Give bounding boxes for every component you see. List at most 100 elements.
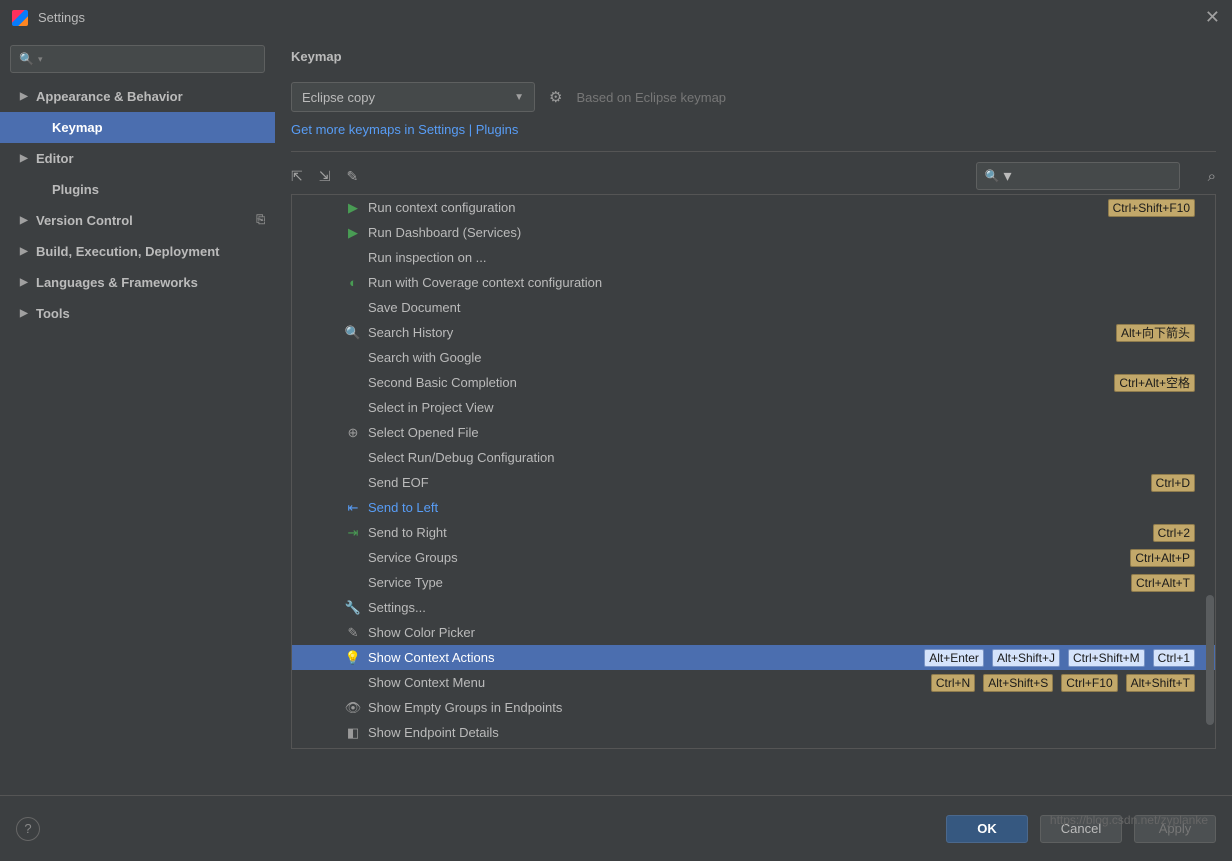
ok-button[interactable]: OK: [946, 815, 1028, 843]
close-icon[interactable]: ✕: [1205, 7, 1220, 28]
action-icon: 🔧: [344, 600, 362, 616]
dialog-footer: ? OK Cancel Apply: [0, 795, 1232, 861]
action-icon: 🔍: [344, 325, 362, 341]
gear-icon[interactable]: ⚙: [549, 88, 562, 106]
expand-all-icon[interactable]: ⇱: [291, 168, 303, 185]
action-icon: ⊕: [344, 425, 362, 441]
get-more-keymaps-link[interactable]: Get more keymaps in Settings | Plugins: [291, 122, 1216, 137]
action-icon: ⇥: [344, 525, 362, 541]
cancel-button[interactable]: Cancel: [1040, 815, 1122, 843]
action-label: Service Groups: [368, 550, 458, 565]
shortcut-badge: Ctrl+Alt+T: [1131, 574, 1195, 592]
sidebar-item-label: Tools: [36, 306, 70, 321]
action-row[interactable]: ⇤Send to Left: [292, 495, 1215, 520]
sidebar-item-label: Version Control: [36, 213, 133, 228]
scrollbar-thumb[interactable]: [1206, 595, 1214, 725]
sidebar-item-build-execution-deployment[interactable]: ▶Build, Execution, Deployment: [0, 236, 275, 267]
shortcut-badge: Ctrl+D: [1151, 474, 1195, 492]
sidebar-item-plugins[interactable]: Plugins: [0, 174, 275, 205]
action-tree[interactable]: ▶ Run context configuration Ctrl+Shift+F10…: [291, 194, 1216, 749]
action-row[interactable]: 🔍 Search History Alt+向下箭头: [292, 320, 1215, 345]
action-row[interactable]: Select in Project View: [292, 395, 1215, 420]
sidebar-item-label: Appearance & Behavior: [36, 89, 183, 104]
action-row[interactable]: ◐Run with Coverage context configuration: [292, 270, 1215, 295]
action-row[interactable]: Select Run/Debug Configuration: [292, 445, 1215, 470]
action-row[interactable]: ⊕ Select Opened File: [292, 420, 1215, 445]
search-icon: 🔍: [985, 169, 1000, 183]
page-title: Keymap: [291, 49, 1216, 64]
action-row[interactable]: ▶ Run context configuration Ctrl+Shift+F10: [292, 195, 1215, 220]
keymap-select[interactable]: Eclipse copy ▼: [291, 82, 535, 112]
expand-icon: ▶: [20, 91, 34, 102]
shortcut-group: Ctrl+2: [1153, 524, 1203, 542]
action-row[interactable]: ⇥Send to RightCtrl+2: [292, 520, 1215, 545]
action-label: Show Context Menu: [368, 675, 485, 690]
shortcut-group: Alt+向下箭头: [1116, 324, 1203, 342]
shortcut-group: Ctrl+Shift+F10: [1108, 199, 1203, 217]
action-row[interactable]: Service Type Ctrl+Alt+T: [292, 570, 1215, 595]
expand-icon: ▶: [20, 215, 34, 226]
based-on-label: Based on Eclipse keymap: [576, 90, 726, 105]
sidebar-item-version-control[interactable]: ▶Version Control ⎘: [0, 205, 275, 236]
action-row[interactable]: 👁Show Empty Groups in Endpoints: [292, 695, 1215, 720]
shortcut-group: Ctrl+Alt+空格: [1114, 374, 1203, 392]
action-row[interactable]: Search with Google: [292, 345, 1215, 370]
chevron-down-icon: ▼: [514, 92, 524, 103]
action-row[interactable]: Run inspection on ...: [292, 245, 1215, 270]
shortcut-badge: Alt+Shift+J: [992, 649, 1060, 667]
content-panel: Keymap Eclipse copy ▼ ⚙ Based on Eclipse…: [275, 35, 1232, 795]
action-icon: ◧: [344, 725, 362, 741]
chevron-down-icon: ▾: [38, 54, 43, 65]
sidebar-search-input[interactable]: 🔍 ▾: [10, 45, 265, 73]
action-row[interactable]: ✎Show Color Picker: [292, 620, 1215, 645]
sidebar-item-label: Keymap: [52, 120, 103, 135]
collapse-all-icon[interactable]: ⇲: [319, 168, 331, 185]
shortcut-group: Ctrl+D: [1151, 474, 1203, 492]
window-title: Settings: [38, 10, 85, 25]
action-label: Show Context Actions: [368, 650, 494, 665]
shortcut-badge: Ctrl+Shift+F10: [1108, 199, 1195, 217]
action-label: Run inspection on ...: [368, 250, 487, 265]
action-label: Search History: [368, 325, 453, 340]
shortcut-group: Ctrl+Alt+P: [1130, 549, 1203, 567]
settings-sidebar: 🔍 ▾ ▶Appearance & BehaviorKeymap▶EditorP…: [0, 35, 275, 795]
sidebar-item-appearance-behavior[interactable]: ▶Appearance & Behavior: [0, 81, 275, 112]
action-row[interactable]: ▶Run Dashboard (Services): [292, 220, 1215, 245]
action-label: Send EOF: [368, 475, 429, 490]
action-label: Run context configuration: [368, 200, 515, 215]
action-row[interactable]: Second Basic CompletionCtrl+Alt+空格: [292, 370, 1215, 395]
action-label: Settings...: [368, 600, 426, 615]
sidebar-item-keymap[interactable]: Keymap: [0, 112, 275, 143]
action-row[interactable]: ◧Show Endpoint Details: [292, 720, 1215, 745]
action-label: Select Opened File: [368, 425, 479, 440]
sidebar-item-label: Plugins: [52, 182, 99, 197]
action-icon: ◐: [344, 275, 362, 290]
find-by-shortcut-icon[interactable]: ⌕: [1208, 168, 1216, 185]
action-icon: ▶: [344, 200, 362, 216]
shortcut-badge: Ctrl+Shift+M: [1068, 649, 1145, 667]
copy-icon: ⎘: [256, 214, 265, 227]
shortcut-badge: Ctrl+2: [1153, 524, 1195, 542]
action-row[interactable]: 💡Show Context ActionsAlt+EnterAlt+Shift+…: [292, 645, 1215, 670]
edit-icon[interactable]: ✎: [346, 168, 358, 185]
expand-icon: ▶: [20, 308, 34, 319]
apply-button[interactable]: Apply: [1134, 815, 1216, 843]
action-label: Service Type: [368, 575, 443, 590]
action-row[interactable]: Service Groups Ctrl+Alt+P: [292, 545, 1215, 570]
action-row[interactable]: Show Context MenuCtrl+NAlt+Shift+SCtrl+F…: [292, 670, 1215, 695]
action-row[interactable]: Save Document: [292, 295, 1215, 320]
sidebar-item-editor[interactable]: ▶Editor: [0, 143, 275, 174]
sidebar-item-tools[interactable]: ▶Tools: [0, 298, 275, 329]
action-label: Show Empty Groups in Endpoints: [368, 700, 562, 715]
action-row[interactable]: 🔧 Settings...: [292, 595, 1215, 620]
sidebar-item-languages-frameworks[interactable]: ▶Languages & Frameworks: [0, 267, 275, 298]
shortcut-group: Alt+EnterAlt+Shift+JCtrl+Shift+MCtrl+1: [924, 649, 1203, 667]
action-icon: ⇤: [344, 500, 362, 516]
sidebar-item-label: Editor: [36, 151, 74, 166]
shortcut-badge: Ctrl+N: [931, 674, 975, 692]
action-row[interactable]: Send EOF Ctrl+D: [292, 470, 1215, 495]
help-icon[interactable]: ?: [16, 817, 40, 841]
shortcut-badge: Alt+Shift+T: [1126, 674, 1195, 692]
tree-search-input[interactable]: 🔍 ▾: [976, 162, 1180, 190]
action-label: Run Dashboard (Services): [368, 225, 521, 240]
